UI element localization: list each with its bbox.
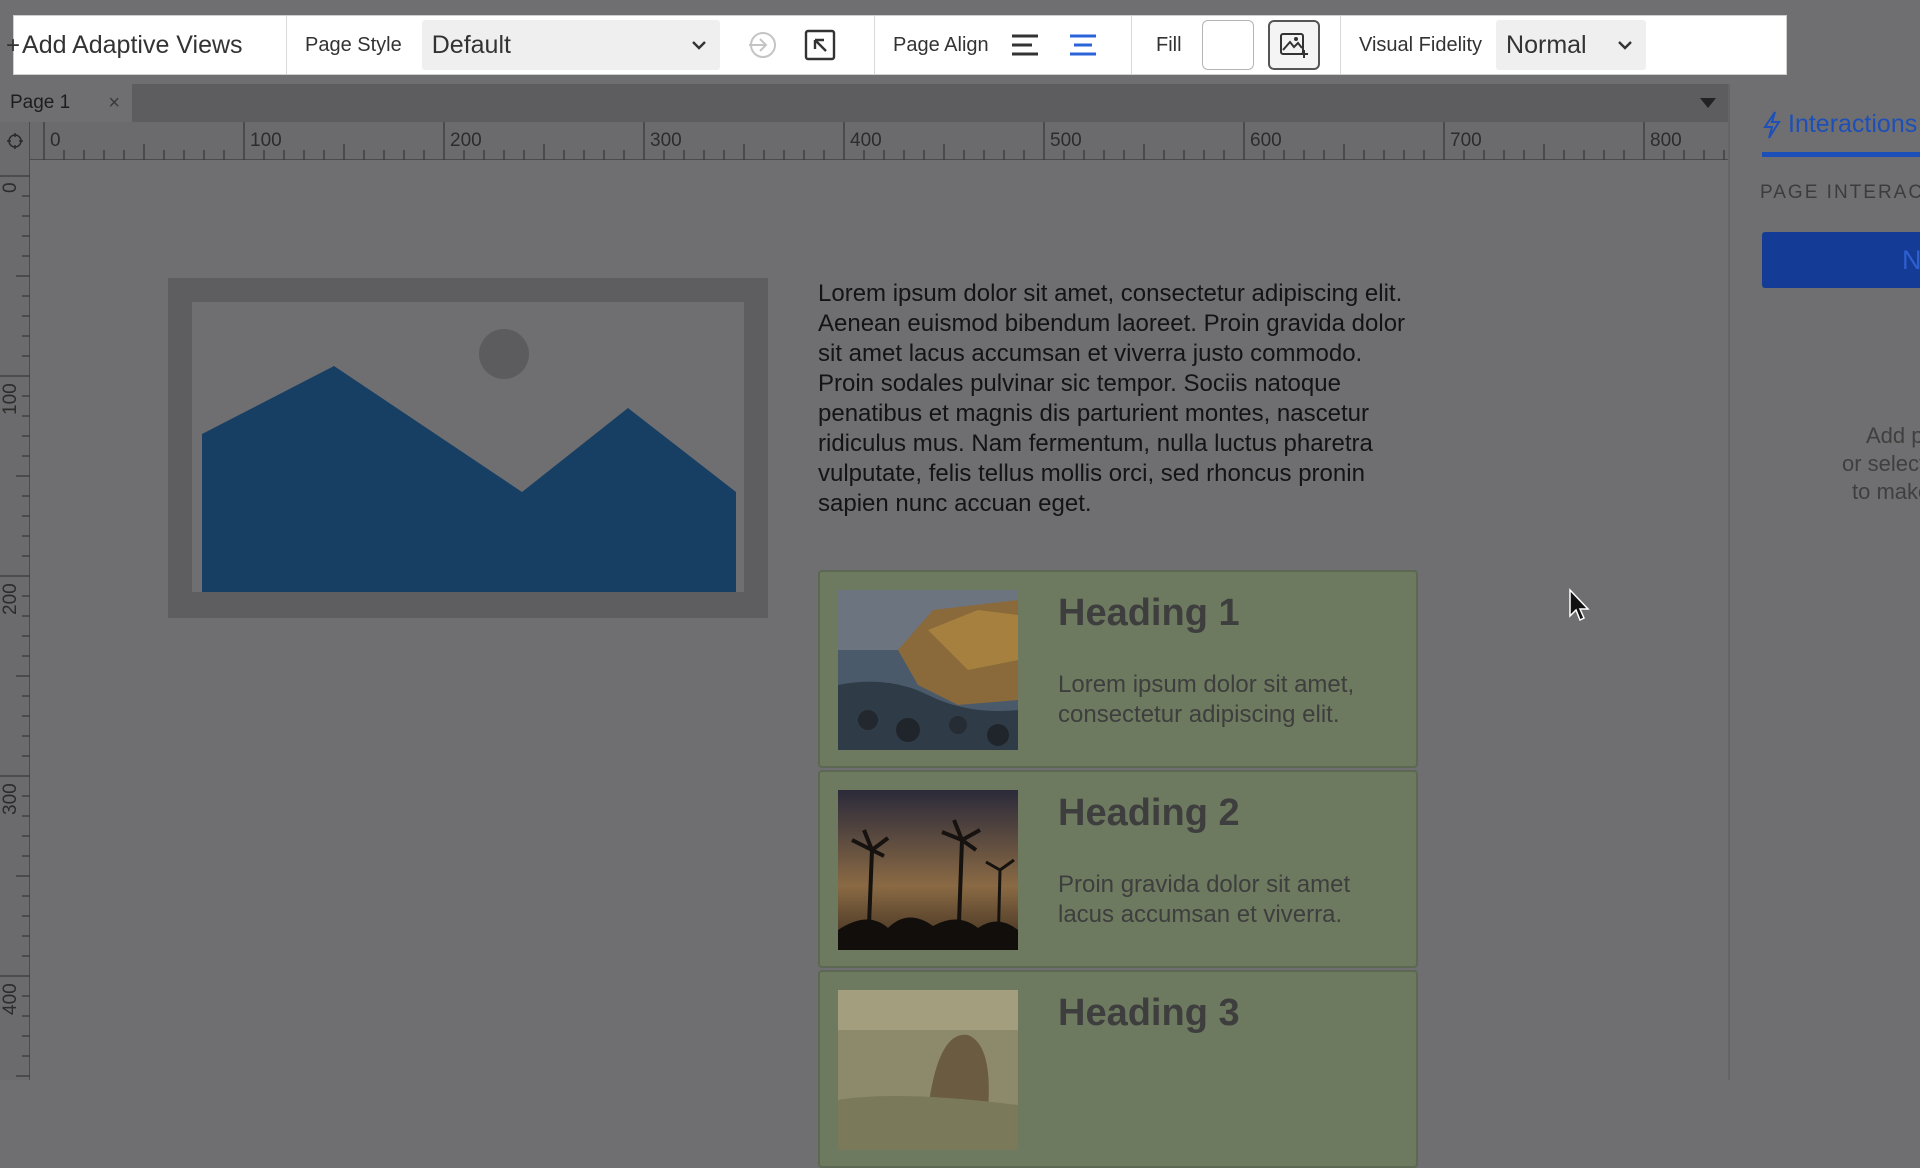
ruler-label: 500 xyxy=(1050,130,1082,151)
add-adaptive-views-button[interactable]: +Add Adaptive Views xyxy=(6,31,251,60)
hint-line: Add pag xyxy=(1866,423,1920,448)
paragraph-text[interactable]: Lorem ipsum dolor sit amet, consectetur … xyxy=(818,279,1418,519)
card-photo-cliff xyxy=(838,590,1018,750)
visual-fidelity-label: Visual Fidelity xyxy=(1359,33,1483,56)
fill-section: Fill xyxy=(1132,16,1341,74)
new-interaction-button-label: Ne xyxy=(1902,244,1920,275)
align-left-icon[interactable] xyxy=(1005,25,1045,65)
landscape-icon xyxy=(202,329,736,592)
page-style-label: Page Style xyxy=(305,33,402,56)
page-style-select[interactable]: Default xyxy=(421,20,720,70)
fill-color-swatch[interactable] xyxy=(1201,20,1254,70)
card-heading: Heading 1 xyxy=(1058,592,1240,634)
tab-page-1[interactable]: Page 1 × xyxy=(0,84,132,122)
lightning-icon xyxy=(1763,110,1781,139)
adaptive-views-section: +Add Adaptive Views xyxy=(6,16,287,74)
horizontal-ruler[interactable]: 0 100 200 300 400 500 600 700 800 xyxy=(30,122,1728,160)
mouse-cursor-icon xyxy=(1569,588,1590,622)
page-align-label: Page Align xyxy=(893,33,989,56)
fill-label: Fill xyxy=(1156,33,1182,56)
card-text: Lorem ipsum dolor sit amet, consectetur … xyxy=(1058,671,1355,728)
fill-image-icon[interactable] xyxy=(1267,20,1320,70)
active-tab-indicator xyxy=(1762,152,1920,157)
ruler-label: 300 xyxy=(650,130,682,151)
ruler-label: 300 xyxy=(0,783,21,815)
page-align-section: Page Align xyxy=(875,16,1132,74)
card-photo-palms xyxy=(838,790,1018,950)
plus-icon: + xyxy=(6,31,21,59)
visual-fidelity-value: Normal xyxy=(1506,30,1587,59)
ruler-origin-icon[interactable] xyxy=(0,122,30,160)
ruler-label: 0 xyxy=(0,182,21,193)
ruler-label: 400 xyxy=(0,983,21,1015)
visual-fidelity-section: Visual Fidelity Normal xyxy=(1341,16,1647,74)
ruler-label: 600 xyxy=(1250,130,1282,151)
image-placeholder-inner xyxy=(192,302,744,592)
ruler-label: 800 xyxy=(1650,130,1682,151)
card-heading: Heading 3 xyxy=(1058,992,1240,1034)
horizontal-ruler-ticks: 0 100 200 300 400 500 600 700 800 xyxy=(43,122,1725,160)
card-photo-rock xyxy=(838,990,1018,1150)
ruler-label: 0 xyxy=(50,130,61,151)
card-1[interactable]: Heading 1 Lorem ipsum dolor sit amet, co… xyxy=(818,570,1418,768)
vertical-ruler-ticks: 0 100 200 300 400 xyxy=(0,175,30,1077)
image-placeholder[interactable] xyxy=(168,278,768,618)
section-heading: PAGE INTERAC xyxy=(1760,182,1920,203)
ruler-label: 200 xyxy=(0,583,21,615)
go-to-master-icon[interactable] xyxy=(742,25,782,65)
tab-interactions-label: Interactions xyxy=(1788,110,1918,138)
empty-state-hint: Add pag or select a to make xyxy=(1754,422,1920,506)
detach-page-icon[interactable] xyxy=(800,25,840,65)
ruler-label: 200 xyxy=(450,130,482,151)
ruler-label: 400 xyxy=(850,130,882,151)
card-3[interactable]: Heading 3 xyxy=(818,970,1418,1168)
hint-line: to make xyxy=(1852,479,1920,504)
chevron-down-icon xyxy=(1618,41,1632,50)
visual-fidelity-select[interactable]: Normal xyxy=(1496,20,1647,70)
new-interaction-button[interactable]: Ne xyxy=(1762,232,1920,288)
ruler-label: 100 xyxy=(250,130,282,151)
card-heading: Heading 2 xyxy=(1058,792,1240,834)
tab-label: Page 1 xyxy=(10,92,71,113)
close-icon[interactable]: × xyxy=(108,92,120,115)
page-style-section: Page Style Default xyxy=(287,16,875,74)
page-style-value: Default xyxy=(431,30,511,59)
hint-line: or select a xyxy=(1842,451,1920,476)
tab-menu-chevron-icon[interactable] xyxy=(1700,98,1716,108)
ruler-label: 700 xyxy=(1450,130,1482,151)
interactions-panel: Interactions PAGE INTERAC Ne Add pag or … xyxy=(1728,84,1920,1080)
chevron-down-icon xyxy=(691,41,706,50)
tab-interactions[interactable]: Interactions xyxy=(1762,110,1917,139)
card-text: Proin gravida dolor sit amet lacus accum… xyxy=(1058,871,1351,928)
align-center-icon[interactable] xyxy=(1063,25,1103,65)
vertical-ruler[interactable]: 0 100 200 300 400 xyxy=(0,160,30,1080)
page-tab-strip: Page 1 × xyxy=(0,84,1728,122)
property-toolbar: +Add Adaptive Views Page Style Default P… xyxy=(6,15,1787,75)
ruler-label: 100 xyxy=(0,383,21,415)
card-2[interactable]: Heading 2 Proin gravida dolor sit amet l… xyxy=(818,770,1418,968)
